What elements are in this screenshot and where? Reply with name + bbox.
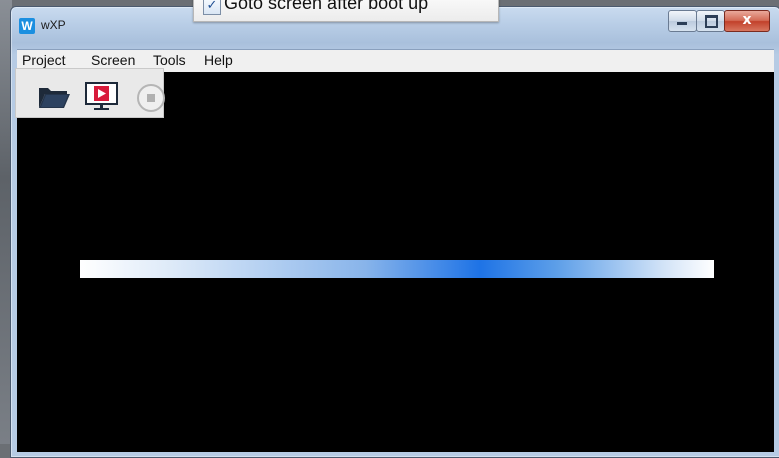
toolbar <box>15 68 166 118</box>
menu-screen[interactable]: Screen <box>91 52 135 68</box>
close-icon: x <box>742 12 752 28</box>
close-button[interactable]: x <box>724 10 770 32</box>
goto-screen-option: ✓ Goto screen after boot up <box>193 0 499 22</box>
minimize-button[interactable] <box>668 10 697 32</box>
open-folder-icon[interactable] <box>37 82 71 110</box>
menu-project[interactable]: Project <box>22 52 66 68</box>
minimize-icon <box>677 22 687 25</box>
caption-buttons: x <box>668 10 770 32</box>
menu-tools[interactable]: Tools <box>153 52 186 68</box>
goto-screen-label[interactable]: Goto screen after boot up <box>224 0 428 14</box>
menu-help[interactable]: Help <box>204 52 233 68</box>
play-screen-icon[interactable] <box>85 82 119 112</box>
stop-icon[interactable] <box>136 83 166 113</box>
maximize-icon <box>705 15 718 28</box>
goto-screen-checkbox[interactable]: ✓ <box>203 0 221 15</box>
maximize-button[interactable] <box>696 10 725 32</box>
app-icon[interactable]: W <box>19 18 35 34</box>
window-title: wXP <box>41 18 66 32</box>
boot-progress-bar <box>80 260 714 278</box>
